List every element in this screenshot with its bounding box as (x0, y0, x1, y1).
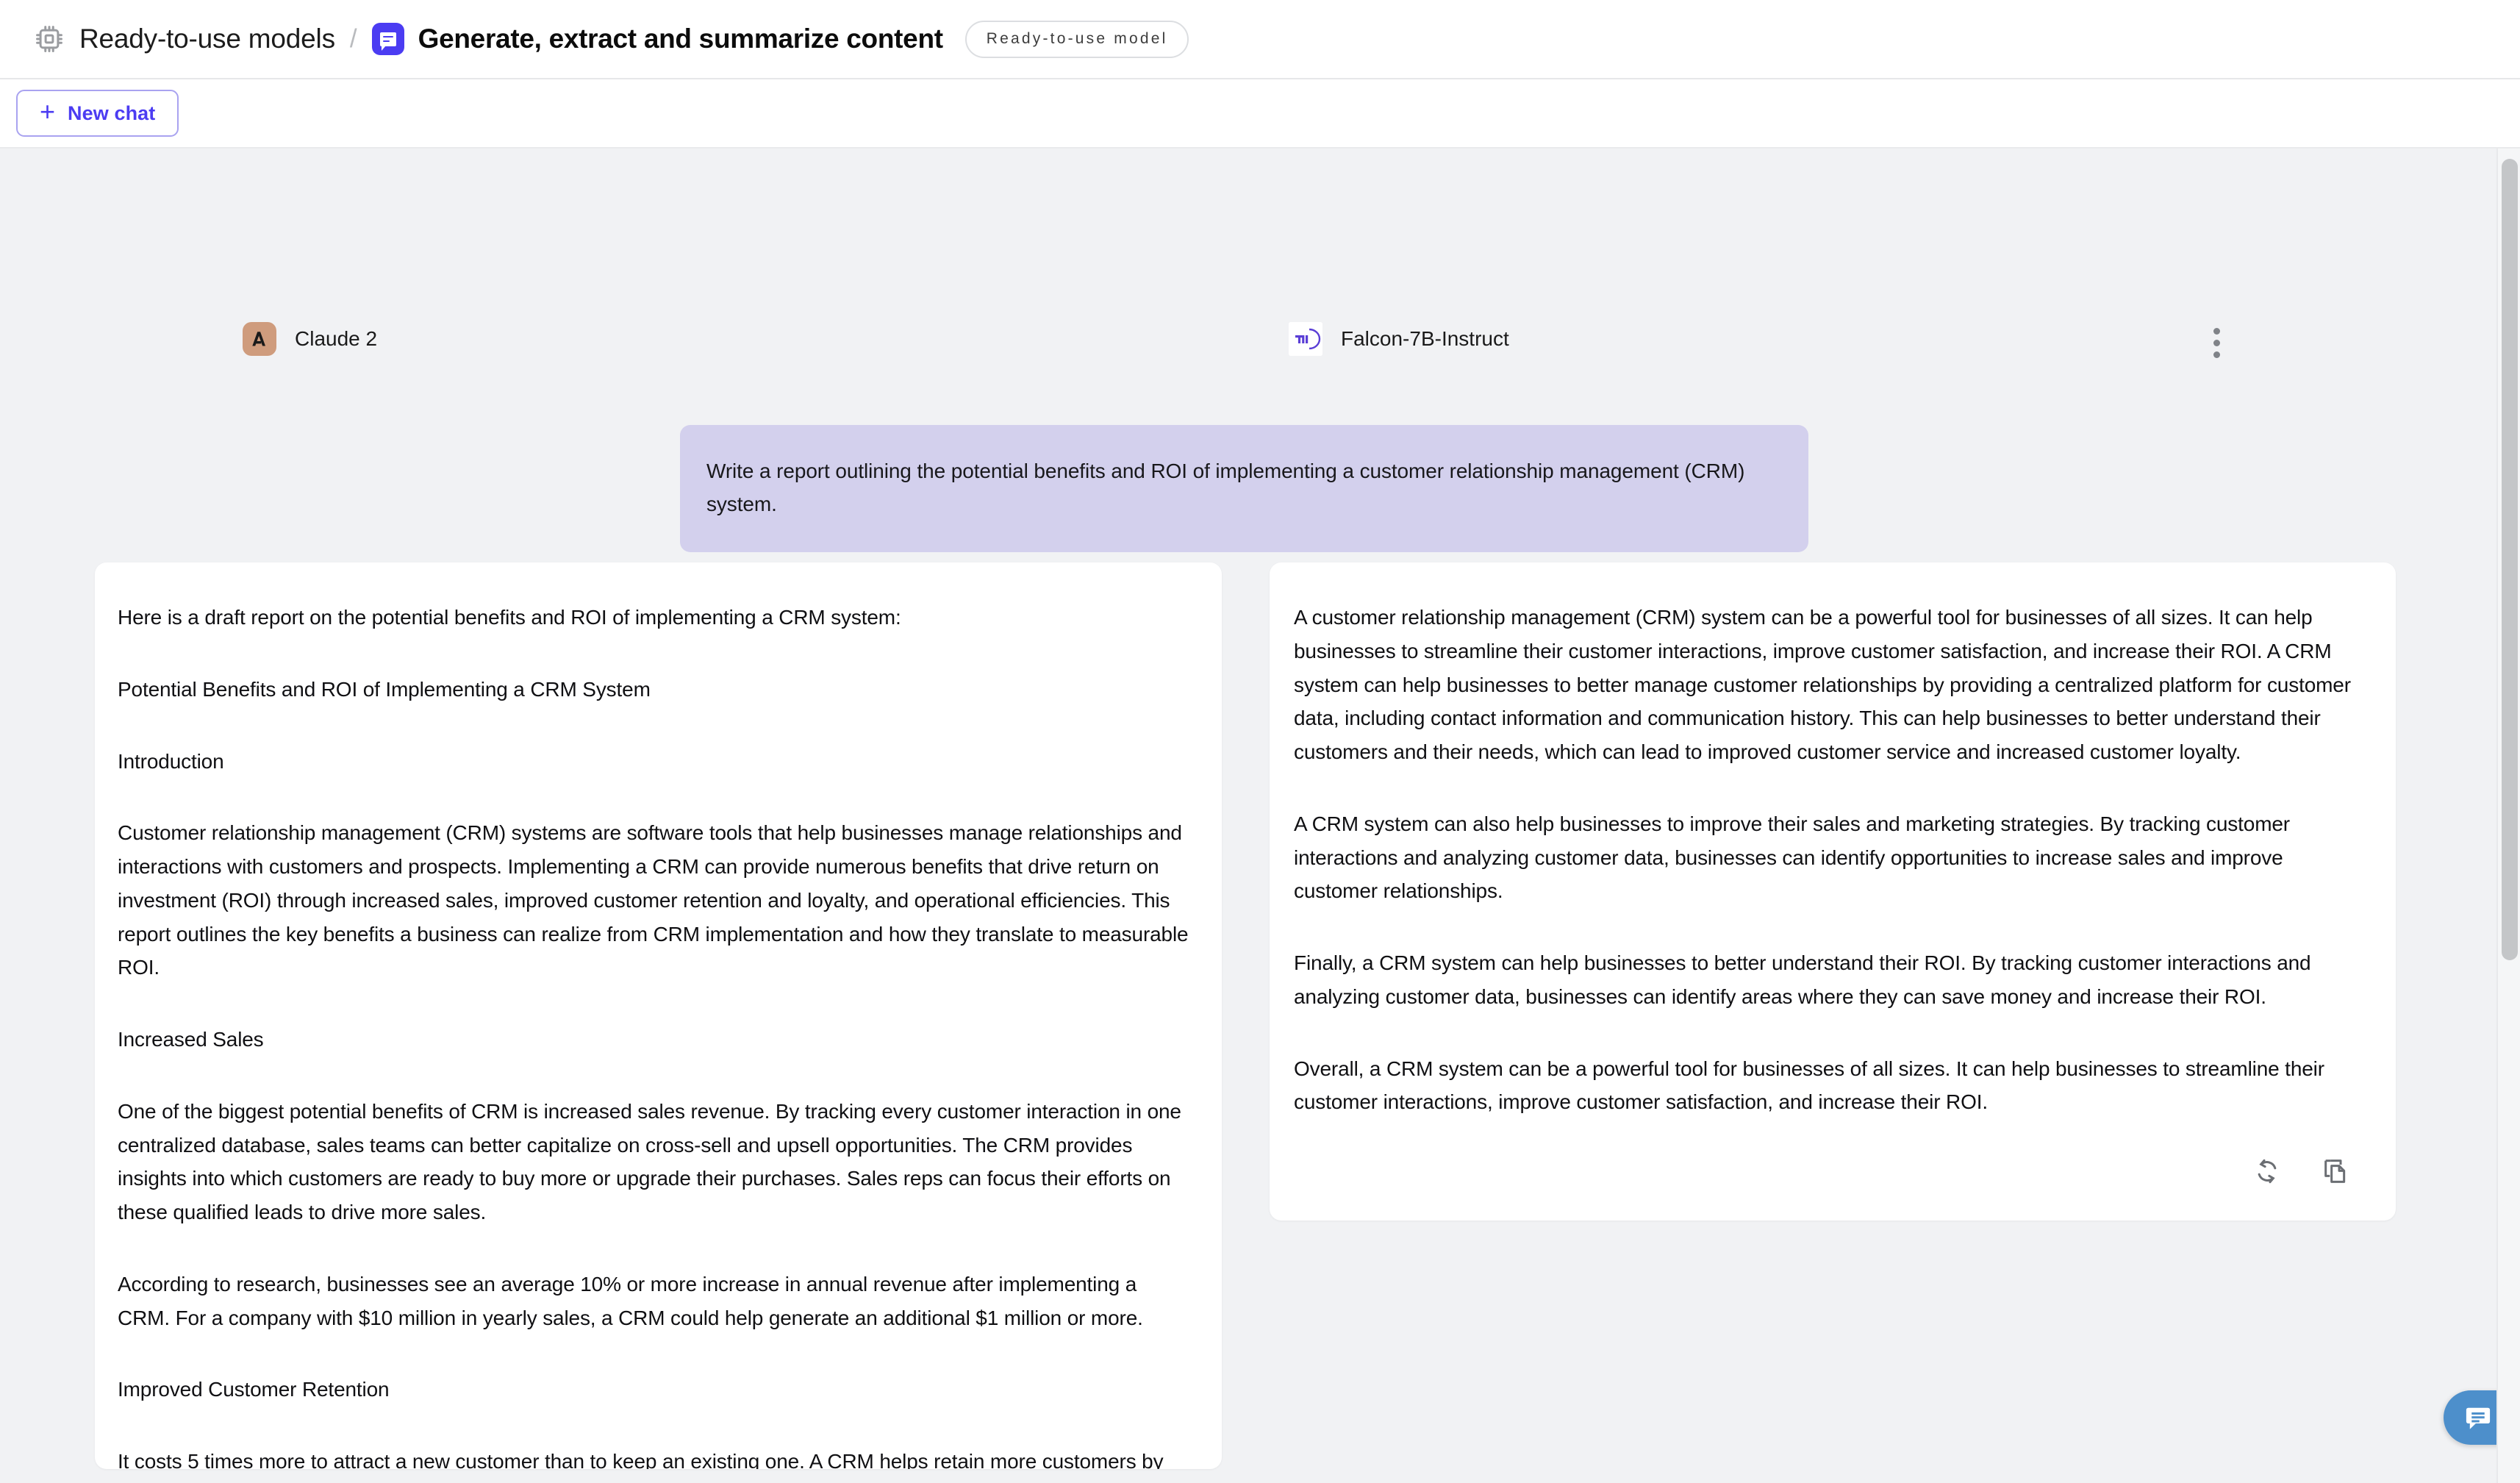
avatar-claude (243, 322, 276, 356)
chip-icon (36, 26, 62, 52)
top-bar: Ready-to-use models / Generate, extract … (0, 0, 2520, 79)
user-prompt-text: Write a report outlining the potential b… (706, 460, 1745, 516)
model-name-right: Falcon-7B-Instruct (1341, 327, 1509, 350)
response-paragraph: Increased Sales (118, 1028, 264, 1051)
new-chat-button[interactable]: + New chat (16, 90, 179, 137)
avatar-falcon (1289, 322, 1322, 356)
copy-icon[interactable] (2319, 1156, 2350, 1187)
status-badge: Ready-to-use model (964, 20, 1189, 58)
new-chat-label: New chat (68, 101, 156, 124)
kebab-dot (2213, 351, 2220, 358)
response-paragraph: Overall, a CRM system can be a powerful … (1294, 1057, 2324, 1114)
vertical-scrollbar-track[interactable] (2496, 149, 2520, 1483)
response-paragraph: A customer relationship management (CRM)… (1294, 606, 2351, 764)
page-title: Generate, extract and summarize content (418, 24, 943, 54)
response-paragraph: Finally, a CRM system can help businesse… (1294, 951, 2311, 1008)
user-prompt-bubble: Write a report outlining the potential b… (680, 425, 1808, 552)
response-paragraph: Customer relationship management (CRM) s… (118, 821, 1189, 979)
model-header-right: Falcon-7B-Instruct (1289, 322, 1509, 356)
conversation-area: Claude 2 Falcon-7B-Instruct Write a repo… (0, 149, 2520, 1483)
anthropic-logo-icon (252, 332, 265, 346)
chat-bubble-icon (2466, 1407, 2491, 1429)
response-paragraph: It costs 5 times more to attract a new c… (118, 1450, 1164, 1469)
response-paragraph: Introduction (118, 749, 224, 773)
response-card-right: A customer relationship management (CRM)… (1270, 562, 2396, 1221)
model-header-left: Claude 2 (243, 322, 377, 356)
response-actions (2252, 1156, 2350, 1187)
response-card-left: Here is a draft report on the potential … (95, 562, 1222, 1469)
response-paragraph: According to research, businesses see an… (118, 1272, 1143, 1329)
plus-icon: + (40, 96, 56, 126)
response-paragraph: A CRM system can also help businesses to… (1294, 812, 2290, 903)
response-paragraph: One of the biggest potential benefits of… (118, 1099, 1181, 1224)
action-bar: + New chat (0, 79, 2520, 149)
document-chat-icon (371, 23, 404, 55)
kebab-dot (2213, 340, 2220, 346)
breadcrumb-separator: / (349, 24, 357, 53)
response-paragraph: Potential Benefits and ROI of Implementi… (118, 677, 651, 701)
response-paragraph: Improved Customer Retention (118, 1378, 390, 1401)
breadcrumb: Ready-to-use models / Generate, extract … (34, 20, 1189, 58)
vertical-scrollbar-thumb[interactable] (2502, 159, 2518, 960)
regenerate-icon[interactable] (2252, 1156, 2283, 1187)
breadcrumb-root[interactable]: Ready-to-use models (79, 24, 335, 54)
more-options-icon[interactable] (2205, 328, 2227, 358)
kebab-dot (2213, 328, 2220, 335)
model-name-left: Claude 2 (295, 327, 378, 350)
response-paragraph: Here is a draft report on the potential … (118, 606, 901, 629)
tii-logo-icon (1289, 322, 1322, 356)
